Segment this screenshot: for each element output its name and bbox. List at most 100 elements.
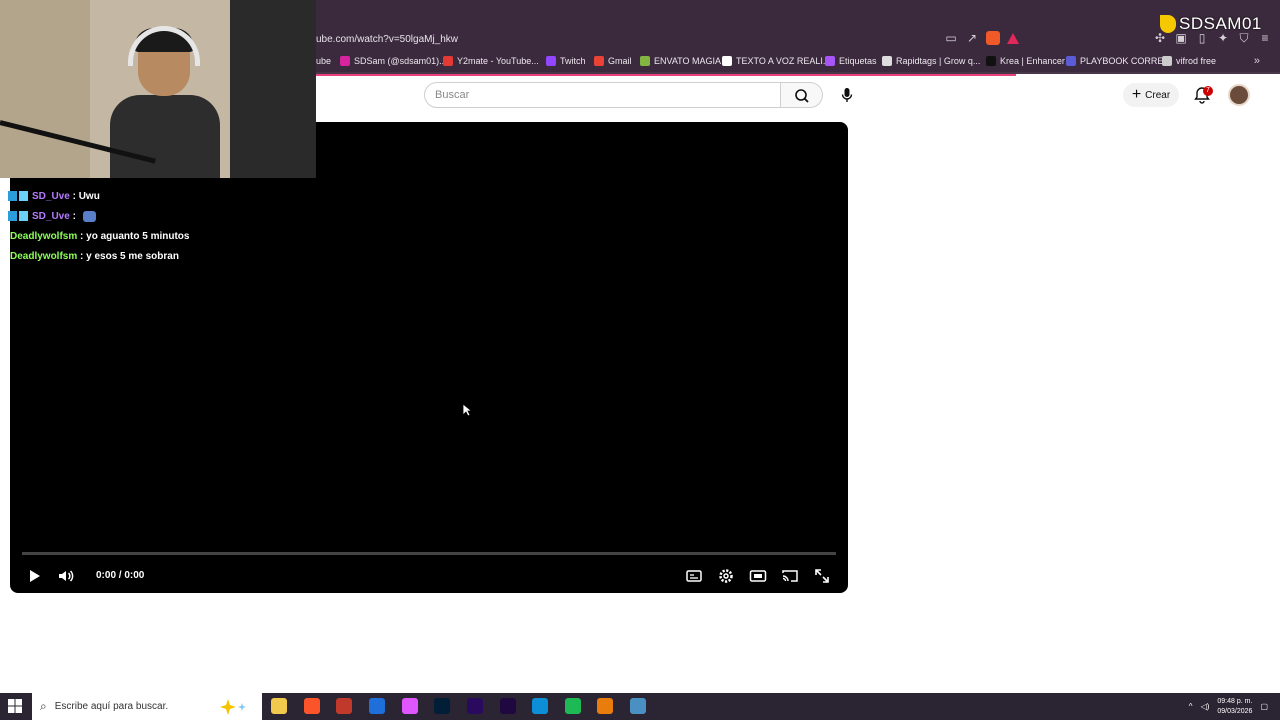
bookmark-item[interactable]: ENVATO MAGIA (640, 56, 721, 66)
bookmark-item[interactable]: ube (316, 56, 331, 66)
microphone-icon (841, 88, 853, 102)
bookmark-favicon-icon (1162, 56, 1172, 66)
bookmark-label: ENVATO MAGIA (654, 56, 722, 66)
theater-mode-icon[interactable] (748, 566, 768, 586)
webcam-overlay (0, 0, 316, 178)
volume-tray-icon[interactable]: ◁) (1201, 702, 1210, 711)
premiere-icon[interactable] (467, 698, 483, 714)
brave-rewards-icon[interactable] (1007, 32, 1019, 44)
brave-shields-icon[interactable] (986, 31, 1000, 45)
bookmark-item[interactable]: Etiquetas (825, 56, 877, 66)
volume-icon[interactable] (56, 566, 76, 586)
stream-handle: SDSAM01 (1179, 14, 1262, 33)
bookmark-item[interactable]: TEXTO A VOZ REALI... (722, 56, 830, 66)
clock[interactable]: 09:48 p. m. 09/03/2026 (1217, 697, 1252, 717)
bookmark-label: Etiquetas (839, 56, 877, 66)
bookmark-item[interactable]: vifrod free (1162, 56, 1216, 66)
acoustic-panel (230, 0, 316, 178)
cast-icon[interactable] (780, 566, 800, 586)
spotify-icon[interactable] (565, 698, 581, 714)
blender-icon[interactable] (597, 698, 613, 714)
headphones-icon (128, 26, 200, 66)
bookmark-label: Twitch (560, 56, 586, 66)
time-display: 0:00 / 0:00 (96, 570, 145, 581)
create-label: Crear (1145, 89, 1171, 101)
notifications-tray-icon[interactable]: ▢ (1260, 702, 1268, 711)
bookmark-label: Gmail (608, 56, 632, 66)
bookmark-item[interactable]: Krea | Enhancer (986, 56, 1065, 66)
chat-message: Deadlywolfsm : y esos 5 me sobran (8, 246, 308, 266)
windows-taskbar: ⌕ Escribe aquí para buscar. ^ ◁) 09:48 p… (0, 693, 1280, 720)
search-box[interactable]: Buscar (424, 82, 781, 108)
progress-bar[interactable] (22, 552, 836, 555)
bookmark-label: ube (316, 56, 332, 66)
bookmark-label: SDSam (@sdsam01)... (354, 56, 447, 66)
share-icon[interactable]: ↗ (965, 31, 979, 45)
bookmark-item[interactable]: Rapidtags | Grow q... (882, 56, 980, 66)
search-input[interactable]: Buscar (435, 88, 469, 102)
voice-meeter-icon[interactable] (336, 698, 352, 714)
chat-username: Deadlywolfsm (10, 250, 78, 262)
bookmark-favicon-icon (340, 56, 350, 66)
bookmark-favicon-icon (1066, 56, 1076, 66)
clock-time: 09:48 p. m. (1217, 697, 1253, 705)
tiktok-icon (1160, 15, 1176, 33)
bookmark-label: vifrod free (1176, 56, 1217, 66)
chat-message: SD_Uve : (8, 206, 308, 226)
chat-badge-icon (8, 191, 28, 201)
edge-icon[interactable] (532, 698, 548, 714)
chat-text: : y esos 5 me sobran (77, 250, 179, 262)
bookmark-label: TEXTO A VOZ REALI... (736, 56, 831, 66)
chat-text: : (69, 210, 79, 222)
chat-message: Deadlywolfsm : yo aguanto 5 minutos (8, 226, 308, 246)
search-button[interactable] (781, 82, 823, 108)
system-tray: ^ ◁) 09:48 p. m. 09/03/2026 ▢ (1189, 693, 1268, 720)
file-explorer-icon[interactable] (271, 698, 287, 714)
search-icon: ⌕ (40, 699, 47, 713)
bookmark-item[interactable]: Y2mate - YouTube... (443, 56, 539, 66)
bookmark-label: Krea | Enhancer (1000, 56, 1065, 66)
page-loading-bar (316, 74, 1016, 76)
bookmark-item[interactable]: SDSam (@sdsam01)... (340, 56, 447, 66)
play-icon[interactable] (24, 566, 44, 586)
after-effects-icon[interactable] (500, 698, 516, 714)
chat-text: : Uwu (69, 190, 100, 202)
avatar[interactable] (1228, 84, 1250, 106)
bookmark-label: Rapidtags | Grow q... (896, 56, 981, 66)
voice-search-button[interactable] (834, 82, 860, 108)
bookmark-favicon-icon (722, 56, 732, 66)
chat-message: SD_Uve : Uwu (8, 186, 308, 206)
bookmark-label: PLAYBOOK CORREO (1080, 56, 1171, 66)
search-icon (795, 89, 809, 103)
stream-watermark: SDSAM01 (1160, 14, 1262, 34)
fullscreen-icon[interactable] (812, 566, 832, 586)
bookmark-item[interactable]: Twitch (546, 56, 586, 66)
capcut-icon[interactable] (369, 698, 385, 714)
taskbar-search-placeholder: Escribe aquí para buscar. (54, 701, 169, 712)
bookmark-item[interactable]: PLAYBOOK CORREO (1066, 56, 1170, 66)
chevron-up-icon[interactable]: ^ (1189, 702, 1193, 711)
mouse-cursor-icon (462, 403, 472, 417)
address-bar[interactable]: ube.com/watch?v=50lgaMj_hkw (316, 31, 458, 49)
bookmark-item[interactable]: Gmail (594, 56, 632, 66)
stream-chat-overlay: SD_Uve : Uwu SD_Uve : Deadlywolfsm : yo a… (8, 186, 308, 266)
settings-gear-icon[interactable] (716, 566, 736, 586)
chat-emote-icon (82, 210, 96, 222)
create-button[interactable]: + Crear (1123, 83, 1179, 107)
windows-start-icon[interactable] (8, 699, 22, 713)
bookmark-favicon-icon (546, 56, 556, 66)
chat-username: SD_Uve (32, 190, 70, 202)
calculator-icon[interactable] (630, 698, 646, 714)
bookmarks-overflow-icon[interactable]: » (1254, 55, 1260, 67)
player-controls: 0:00 / 0:00 (10, 558, 848, 593)
photoshop-icon[interactable] (434, 698, 450, 714)
brave-browser-icon[interactable] (304, 698, 320, 714)
bookmark-favicon-icon (986, 56, 996, 66)
subtitles-icon[interactable] (684, 566, 704, 586)
bookmark-favicon-icon (640, 56, 650, 66)
search-highlight-icon (220, 699, 246, 715)
color-app-icon[interactable] (402, 698, 418, 714)
install-app-icon[interactable]: ▭ (944, 31, 958, 45)
plus-icon: + (1131, 86, 1142, 103)
webcam-background (0, 0, 90, 178)
